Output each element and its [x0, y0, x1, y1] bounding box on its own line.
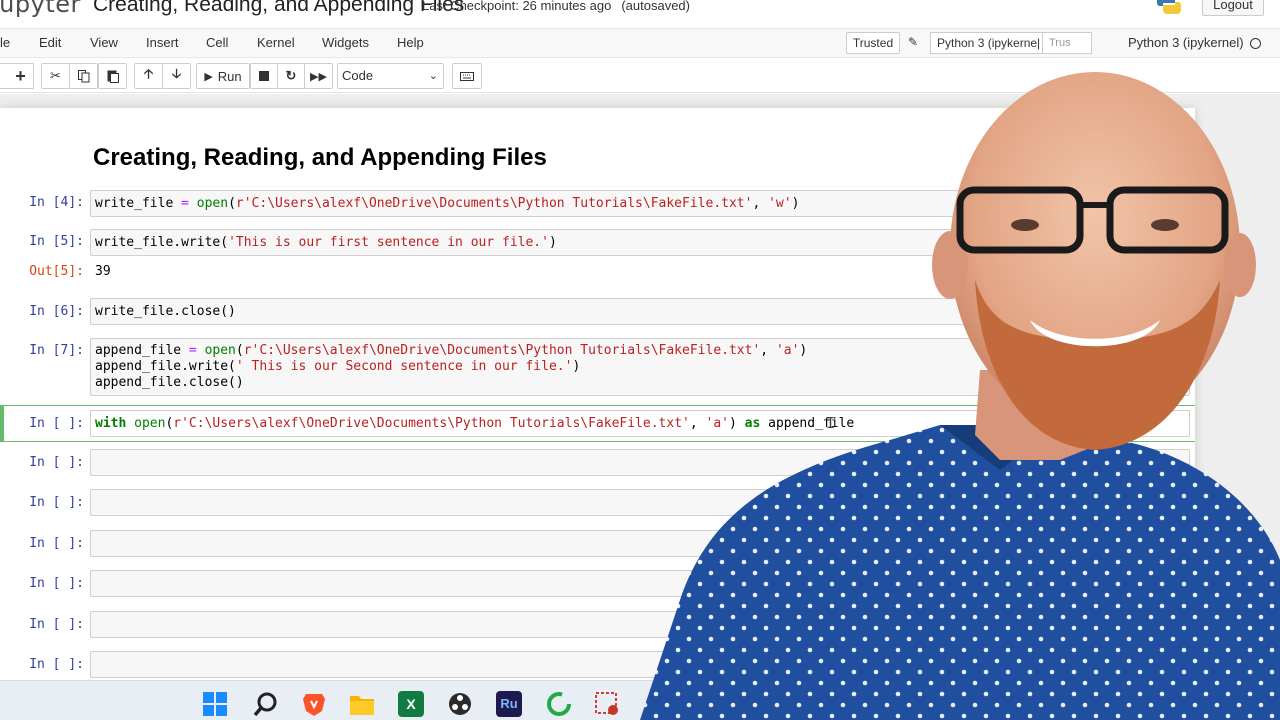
code-line: append_file.write(' This is our Second s… — [95, 359, 581, 374]
run-label: Run — [217, 68, 242, 84]
menu-cell[interactable]: Cell — [206, 35, 228, 50]
rush-letters: Ru — [500, 696, 518, 711]
file-explorer-icon[interactable] — [349, 691, 375, 717]
snipping-tool-icon[interactable] — [594, 691, 620, 717]
code-line: write_file.close() — [95, 304, 236, 319]
restart-button[interactable]: ↻ — [277, 63, 305, 89]
cell-prompt: In [5]: — [29, 234, 84, 249]
menu-view[interactable]: View — [90, 35, 118, 50]
arrow-up-icon: 🡡 — [143, 66, 154, 81]
interrupt-button[interactable] — [250, 63, 278, 89]
cut-button[interactable]: ✂ — [41, 63, 70, 89]
cell-prompt: In [ ]: — [29, 455, 84, 470]
insert-cell-button[interactable]: + — [8, 63, 34, 89]
move-down-button[interactable]: 🡣 — [162, 63, 191, 89]
cell-prompt: In [ ]: — [29, 576, 84, 591]
code-line: append_file.close() — [95, 375, 244, 390]
cell-prompt: In [ ]: — [29, 536, 84, 551]
menu-edit[interactable]: Edit — [39, 35, 61, 50]
rush-icon[interactable]: Ru — [496, 691, 522, 717]
run-button[interactable]: ▶ Run — [196, 63, 250, 89]
cell-prompt: In [ ]: — [29, 495, 84, 510]
plus-icon: + — [15, 65, 26, 86]
presenter-photo — [640, 72, 1280, 720]
notebook-header: jupyter Creating, Reading, and Appending… — [0, 0, 1280, 26]
cell-output: 39 — [95, 264, 111, 279]
fast-forward-icon: ▶▶ — [310, 70, 327, 83]
cell-type-select[interactable]: Code ⌄ — [337, 63, 444, 89]
arrow-down-icon: 🡣 — [171, 66, 182, 81]
search-icon[interactable] — [253, 691, 279, 717]
copy-icon — [77, 69, 89, 82]
paste-icon — [107, 70, 119, 83]
loading-circle-icon[interactable] — [546, 691, 572, 717]
move-up-button[interactable]: 🡡 — [134, 63, 163, 89]
menu-file[interactable]: le — [0, 35, 10, 50]
excel-letter: X — [406, 696, 416, 712]
autosaved-text: (autosaved) — [621, 0, 690, 13]
obs-icon[interactable] — [447, 691, 473, 717]
paste-button[interactable] — [98, 63, 127, 89]
cell-prompt: In [ ]: — [29, 657, 84, 672]
play-icon: ▶ — [204, 70, 213, 83]
python-logo-icon — [1156, 0, 1182, 14]
logout-button[interactable]: Logout — [1202, 0, 1264, 16]
chevron-down-icon: ⌄ — [428, 70, 438, 82]
code-line: write_file.write('This is our first sent… — [95, 235, 557, 250]
jupyter-logo[interactable]: jupyter — [0, 0, 81, 18]
menu-insert[interactable]: Insert — [146, 35, 179, 50]
restart-run-all-button[interactable]: ▶▶ — [304, 63, 333, 89]
checkpoint-text: Last Checkpoint: 26 minutes ago — [422, 0, 612, 13]
restart-icon: ↻ — [285, 68, 297, 83]
keyboard-icon — [460, 71, 474, 81]
scissors-icon: ✂ — [50, 68, 61, 83]
cell-prompt: In [ ]: — [29, 416, 84, 431]
menu-help[interactable]: Help — [397, 35, 424, 50]
windows-start-icon[interactable] — [202, 691, 228, 717]
cell-prompt: In [7]: — [29, 343, 84, 358]
notebook-title[interactable]: Creating, Reading, and Appending Files — [93, 0, 464, 17]
menu-kernel[interactable]: Kernel — [257, 35, 295, 50]
markdown-heading[interactable]: Creating, Reading, and Appending Files — [93, 144, 547, 172]
cell-type-value: Code — [342, 68, 374, 83]
copy-button[interactable] — [69, 63, 98, 89]
cell-prompt: In [6]: — [29, 304, 84, 319]
output-prompt: Out[5]: — [29, 264, 84, 279]
stop-icon — [259, 71, 269, 81]
cell-prompt: In [ ]: — [29, 617, 84, 632]
command-palette-button[interactable] — [452, 63, 482, 89]
checkpoint-status: Last Checkpoint: 26 minutes ago (autosave… — [422, 0, 690, 13]
brave-browser-icon[interactable] — [301, 691, 327, 717]
excel-icon[interactable]: X — [398, 691, 424, 717]
menu-widgets[interactable]: Widgets — [322, 35, 369, 50]
cell-prompt: In [4]: — [29, 195, 84, 210]
